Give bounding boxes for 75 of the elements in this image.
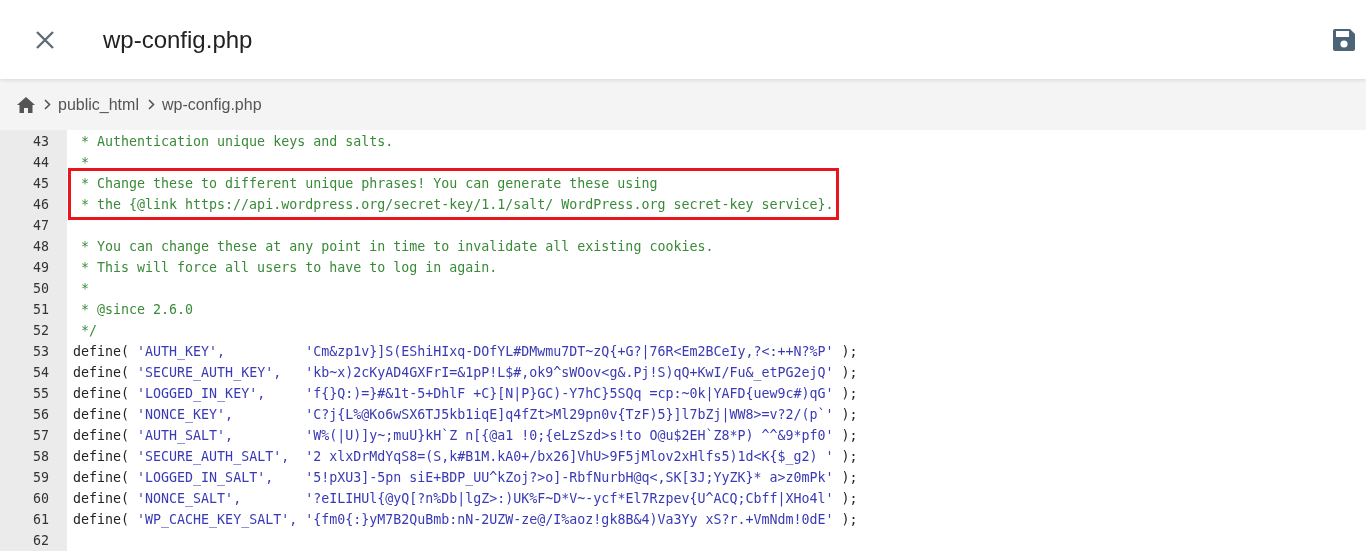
line-number: 61 xyxy=(32,511,50,529)
code-string: 'SECURE_AUTH_KEY', xyxy=(137,364,283,383)
code-keyword: define( xyxy=(73,449,130,464)
line-number: 55 xyxy=(32,385,50,403)
code-keyword: ); xyxy=(841,365,858,380)
line-number: 57 xyxy=(32,427,50,445)
code-keyword: define( xyxy=(73,407,130,422)
breadcrumb-link[interactable]: public_html xyxy=(58,95,139,114)
line-number: 44 xyxy=(32,154,50,172)
save-icon xyxy=(1331,26,1357,53)
code-keyword: define( xyxy=(73,365,130,380)
code-keyword: define( xyxy=(73,428,130,443)
line-number: 46 xyxy=(32,196,50,214)
code-string: 'W%(|U)]y~;muU}kH`Z n[{@a1 !0;{eLzSzd>s!to O@u$2EH`Z8*P) ^^&9*pf0' xyxy=(305,428,834,443)
code-string: 'LOGGED_IN_SALT', xyxy=(137,469,275,488)
breadcrumb-link[interactable]: wp-config.php xyxy=(161,95,262,114)
line-number: 58 xyxy=(32,448,50,466)
code-comment: * Change these to different unique phrases! You can generate these using xyxy=(80,176,658,191)
code-comment: * xyxy=(80,155,89,170)
code-keyword: define( xyxy=(73,491,130,506)
code-keyword: ); xyxy=(841,470,858,485)
code-keyword: ); xyxy=(841,386,858,401)
code-comment: * Authentication unique keys and salts. xyxy=(80,134,394,149)
code-comment: */ xyxy=(80,323,98,338)
line-number: 50 xyxy=(32,280,50,298)
line-number: 48 xyxy=(32,238,50,256)
code-comment: * @since 2.6.0 xyxy=(80,302,194,317)
line-number: 54 xyxy=(32,364,50,382)
code-string: 'AUTH_KEY', xyxy=(137,343,227,362)
line-number: 47 xyxy=(32,217,50,235)
code-string: 'LOGGED_IN_KEY', xyxy=(137,385,267,404)
code-comment: * This will force all users to have to log in again. xyxy=(80,260,498,275)
save-button[interactable] xyxy=(1331,26,1357,53)
code-string: '5!pXU3]-5pn siE+BDP_UU^kZoj?>o]-RbfNurbH@q<,SK[3J;YyZK}* a>z0mPk' xyxy=(305,470,834,485)
code-keyword: define( xyxy=(73,470,130,485)
line-number: 60 xyxy=(32,490,50,508)
line-number: 45 xyxy=(32,175,50,193)
chevron-icon xyxy=(147,99,155,110)
code-string: 'kb~x)2cKyAD4GXFrI=&1pP!L$#,ok9^sWOov<g&.Pj!S)qQ+KwI/Fu&_etPG2ejQ' xyxy=(305,365,834,380)
code-string: 'SECURE_AUTH_SALT', xyxy=(137,448,291,467)
line-number: 62 xyxy=(32,532,50,550)
code-string: 'NONCE_SALT', xyxy=(137,490,243,509)
close-icon xyxy=(35,29,55,50)
line-number: 59 xyxy=(32,469,50,487)
code-string: 'NONCE_KEY', xyxy=(137,406,235,425)
chevron-icon xyxy=(44,99,51,110)
code-keyword: ); xyxy=(841,449,858,464)
line-number: 51 xyxy=(32,301,50,319)
code-string: '{fm0{:}yM7B2QuBmb:nN-2UZW-ze@/I%aoz!gk8B&4)Va3Yy xS?r.+VmNdm!0dE' xyxy=(305,512,834,527)
line-number: 49 xyxy=(32,259,50,277)
code-string: '?eILIHUl{@yQ[?n%Db|lgZ>:)UK%F~D*V~-ycf*El7Rzpev{U^ACQ;Cbff|XHo4l' xyxy=(305,491,834,506)
code-keyword: define( xyxy=(73,344,130,359)
code-keyword: define( xyxy=(73,512,130,527)
code-keyword: ); xyxy=(841,428,858,443)
code-comment: * You can change these at any point in time to invalidate all existing cookies. xyxy=(80,239,714,254)
code-string: 'Cm&zp1v}]S(EShiHIxq-DOfYL#DMwmu7DT~zQ{+G?|76R<Em2BCeIy,?<:++N?%P' xyxy=(305,344,834,359)
close-button[interactable] xyxy=(34,28,56,51)
code-keyword: ); xyxy=(841,491,858,506)
line-number: 52 xyxy=(32,322,50,340)
code-keyword: ); xyxy=(841,407,858,422)
line-number: 56 xyxy=(32,406,50,424)
code-comment: * the {@link https://api.wordpress.org/secret-key/1.1/salt/ WordPress.org secret-key service}. xyxy=(80,197,834,212)
home-icon[interactable] xyxy=(17,96,35,113)
code-string: 'WP_CACHE_KEY_SALT', xyxy=(137,511,299,530)
line-number: 53 xyxy=(32,343,50,361)
code-keyword: ); xyxy=(841,512,858,527)
line-number: 43 xyxy=(32,133,50,151)
code-string: '2 xlxDrMdYqS8=(S,k#B1M.kA0+/bx26]VhU>9F5jMlov2xHlfs5)1d<K{$_g2) ' xyxy=(305,449,834,464)
code-keyword: ); xyxy=(841,344,858,359)
code-comment: * xyxy=(80,281,89,296)
code-string: 'AUTH_SALT', xyxy=(137,427,235,446)
code-keyword: define( xyxy=(73,386,130,401)
code-string: 'C?j{L%@Ko6wSX6TJ5kb1iqE]q4fZt>Ml29pn0v{TzF)5}]l7bZj|WW8>=v?2/(p`' xyxy=(305,407,834,422)
file-title: wp-config.php xyxy=(103,25,253,54)
code-string: 'f{}Q:)=}#&1t-5+DhlF +C}[N|P}GC)-Y7hC}5SQq =cp:~0k|YAFD{uew9c#)qG' xyxy=(305,386,834,401)
